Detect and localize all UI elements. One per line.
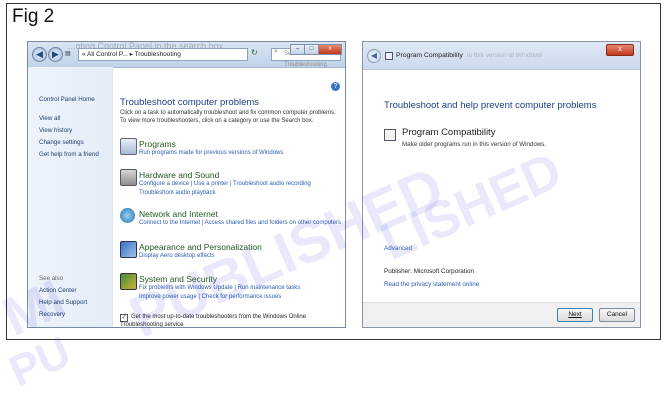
checkbox-icon[interactable]: ✓ [120,314,128,322]
category-link[interactable]: Configure a device | Use a printer | Tro… [139,181,311,187]
privacy-statement-link[interactable]: Read the privacy statement online [384,281,479,288]
troubleshooter-title: Program Compatibility [402,127,496,138]
category-link[interactable]: Troubleshoot audio playback [139,190,216,196]
help-icon[interactable]: ? [331,82,340,91]
page-description: Click on a task to automatically trouble… [120,110,336,124]
printer-icon [120,169,137,186]
close-icon[interactable]: x [318,44,342,55]
title-ghost-text: in this version of Windows [467,52,543,59]
category-link[interactable]: Run programs made for previous versions … [139,150,283,156]
category-title[interactable]: Programs [139,139,176,149]
maximize-icon[interactable]: □ [304,44,319,55]
cancel-button[interactable]: Cancel [599,308,635,322]
search-icon: ⌕ [274,48,278,55]
minimize-icon[interactable]: – [290,44,305,55]
page-title: Troubleshoot computer problems [120,97,260,108]
folder-icon: ▤ [65,51,71,57]
close-icon[interactable]: x [606,44,634,56]
display-icon [120,241,137,258]
sidebar-item-view-all[interactable]: View all [39,115,60,122]
title-bar: ...oting Control Panel in the search box… [28,42,345,68]
sidebar-item-view-history[interactable]: View history [39,127,72,134]
category-title[interactable]: Hardware and Sound [139,170,219,180]
back-arrow-icon[interactable]: ◀ [32,47,47,62]
window-controls: – □ x [290,44,342,55]
page-title: Troubleshoot and help prevent computer p… [384,100,597,111]
refresh-icon[interactable]: ↻ [251,48,258,57]
figure-label: Fig 2 [12,6,55,27]
program-compatibility-icon [384,129,396,141]
dialog-footer: Next Cancel [363,302,640,327]
troubleshooter-description: Make older programs run in this version … [402,141,547,148]
forward-arrow-icon[interactable]: ▶ [48,47,63,62]
title-bar: ◀ Program Compatibility in this version … [363,42,640,70]
sidebar-item-get-help[interactable]: Get help from a friend [39,151,99,158]
programs-icon [120,138,137,155]
back-arrow-icon[interactable]: ◀ [367,49,381,63]
window-title: Program Compatibility [396,52,463,59]
next-button[interactable]: Next [557,308,593,322]
category-title[interactable]: Network and Internet [139,209,218,219]
sidebar-item-change-settings[interactable]: Change settings [39,139,84,146]
program-compatibility-icon [385,52,393,60]
globe-icon [120,208,135,223]
address-bar[interactable]: « All Control P... ▸ Troubleshooting [78,48,248,61]
sidebar-home-link[interactable]: Control Panel Home [39,96,95,103]
